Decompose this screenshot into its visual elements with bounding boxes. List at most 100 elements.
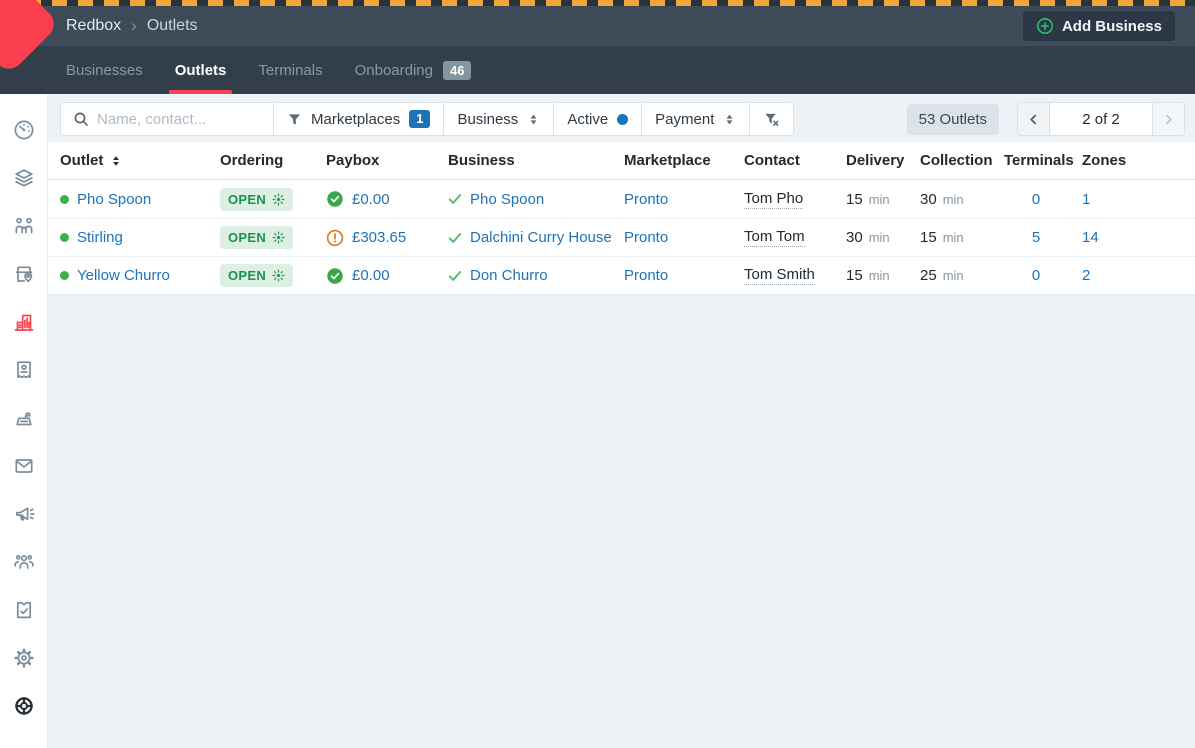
contact-name[interactable]: Tom Smith (744, 266, 815, 285)
delivery-unit: min (869, 230, 890, 245)
delivery-time: 30 (846, 229, 863, 246)
breadcrumb-root[interactable]: Redbox (66, 17, 121, 35)
status-dot (60, 271, 69, 280)
clear-filters-button[interactable] (749, 103, 793, 135)
ordering-status-badge[interactable]: OPEN (220, 226, 293, 249)
check-circle-icon (326, 267, 344, 285)
delivery-unit: min (869, 192, 890, 207)
marketplace-link[interactable]: Pronto (624, 191, 668, 208)
cash-register-icon[interactable] (12, 406, 36, 430)
profile-partial-icon[interactable] (12, 742, 36, 748)
check-icon (448, 193, 462, 205)
next-page-button[interactable] (1152, 103, 1184, 135)
sort-updown-icon (110, 155, 122, 167)
zones-link[interactable]: 14 (1082, 229, 1099, 246)
tab-businesses[interactable]: Businesses (66, 46, 143, 94)
search-box[interactable] (61, 103, 273, 135)
messages-icon[interactable] (12, 454, 36, 478)
sort-updown-icon (527, 113, 540, 126)
filter-marketplaces[interactable]: Marketplaces 1 (273, 103, 443, 135)
receipts-icon[interactable] (12, 358, 36, 382)
sort-updown-icon (723, 113, 736, 126)
outlets-table: Outlet Ordering Paybox Business Marketpl… (48, 142, 1195, 295)
outlet-link[interactable]: Pho Spoon (77, 191, 151, 208)
customers-icon[interactable] (12, 550, 36, 574)
filter-label: Payment (655, 111, 714, 128)
column-header-outlet[interactable]: Outlet (60, 152, 220, 169)
status-dot (60, 195, 69, 204)
breadcrumb: Redbox › Outlets Add Business (0, 6, 1195, 46)
tab-terminals[interactable]: Terminals (258, 46, 322, 94)
status-dot (60, 233, 69, 242)
tab-label: Onboarding (355, 62, 433, 79)
outlet-link[interactable]: Yellow Churro (77, 267, 170, 284)
check-icon (448, 232, 462, 244)
dashboard-gauge-icon[interactable] (12, 118, 36, 142)
table-row: Yellow Churro OPEN (48, 256, 1195, 294)
business-link[interactable]: Dalchini Curry House (470, 229, 612, 246)
business-link[interactable]: Pho Spoon (470, 191, 544, 208)
paybox-link[interactable]: £0.00 (352, 267, 390, 284)
settings-gear-icon[interactable] (12, 646, 36, 670)
partners-icon[interactable] (12, 214, 36, 238)
filter-label: Marketplaces (311, 111, 400, 128)
tab-bar: Businesses Outlets Terminals Onboarding … (0, 46, 1195, 94)
previous-page-button[interactable] (1018, 103, 1050, 135)
sun-icon (272, 231, 285, 244)
breadcrumb-current: Outlets (147, 17, 198, 35)
column-header-delivery: Delivery (846, 152, 920, 169)
tasks-clipboard-icon[interactable] (12, 598, 36, 622)
marketplace-link[interactable]: Pronto (624, 229, 668, 246)
add-business-label: Add Business (1062, 18, 1162, 35)
tab-label: Outlets (175, 62, 227, 79)
column-header-business: Business (448, 152, 624, 169)
filter-label: Active (567, 111, 608, 128)
column-header-contact: Contact (744, 152, 846, 169)
filter-active[interactable]: Active (553, 103, 641, 135)
collection-unit: min (943, 268, 964, 283)
main-content: Marketplaces 1 Business Active Payment (48, 94, 1195, 748)
ordering-status-label: OPEN (228, 268, 266, 283)
outlets-reports-icon[interactable] (12, 310, 36, 334)
filter-payment[interactable]: Payment (641, 103, 749, 135)
store-locations-icon[interactable] (12, 262, 36, 286)
marketplace-link[interactable]: Pronto (624, 267, 668, 284)
ordering-status-badge[interactable]: OPEN (220, 264, 293, 287)
collection-time: 25 (920, 267, 937, 284)
column-header-zones: Zones (1082, 152, 1195, 169)
tab-outlets[interactable]: Outlets (175, 46, 227, 94)
ordering-status-badge[interactable]: OPEN (220, 188, 293, 211)
active-tab-indicator (169, 90, 233, 94)
warning-circle-icon (326, 229, 344, 247)
layers-icon[interactable] (12, 166, 36, 190)
check-icon (448, 270, 462, 282)
onboarding-count-badge: 46 (443, 61, 471, 80)
delivery-time: 15 (846, 191, 863, 208)
sun-icon (272, 269, 285, 282)
announcements-icon[interactable] (12, 502, 36, 526)
column-label: Outlet (60, 152, 103, 169)
terminals-link[interactable]: 0 (1032, 191, 1040, 208)
zones-link[interactable]: 2 (1082, 267, 1090, 284)
search-input[interactable] (97, 111, 261, 128)
paybox-link[interactable]: £0.00 (352, 191, 390, 208)
business-link[interactable]: Don Churro (470, 267, 548, 284)
paybox-link[interactable]: £303.65 (352, 229, 406, 246)
sun-icon (272, 193, 285, 206)
terminals-link[interactable]: 0 (1032, 267, 1040, 284)
collection-unit: min (943, 230, 964, 245)
outlet-link[interactable]: Stirling (77, 229, 123, 246)
contact-name[interactable]: Tom Pho (744, 190, 803, 209)
contact-name[interactable]: Tom Tom (744, 228, 805, 247)
terminals-link[interactable]: 5 (1032, 229, 1040, 246)
help-lifebuoy-icon[interactable] (12, 694, 36, 718)
ordering-status-label: OPEN (228, 230, 266, 245)
add-business-button[interactable]: Add Business (1023, 11, 1175, 41)
column-header-terminals: Terminals (1004, 152, 1082, 169)
outlet-count-badge: 53 Outlets (907, 104, 999, 135)
filter-business[interactable]: Business (443, 103, 553, 135)
zones-link[interactable]: 1 (1082, 191, 1090, 208)
tab-onboarding[interactable]: Onboarding 46 (355, 46, 472, 94)
search-filter-group: Marketplaces 1 Business Active Payment (60, 102, 794, 136)
column-header-paybox: Paybox (326, 152, 448, 169)
